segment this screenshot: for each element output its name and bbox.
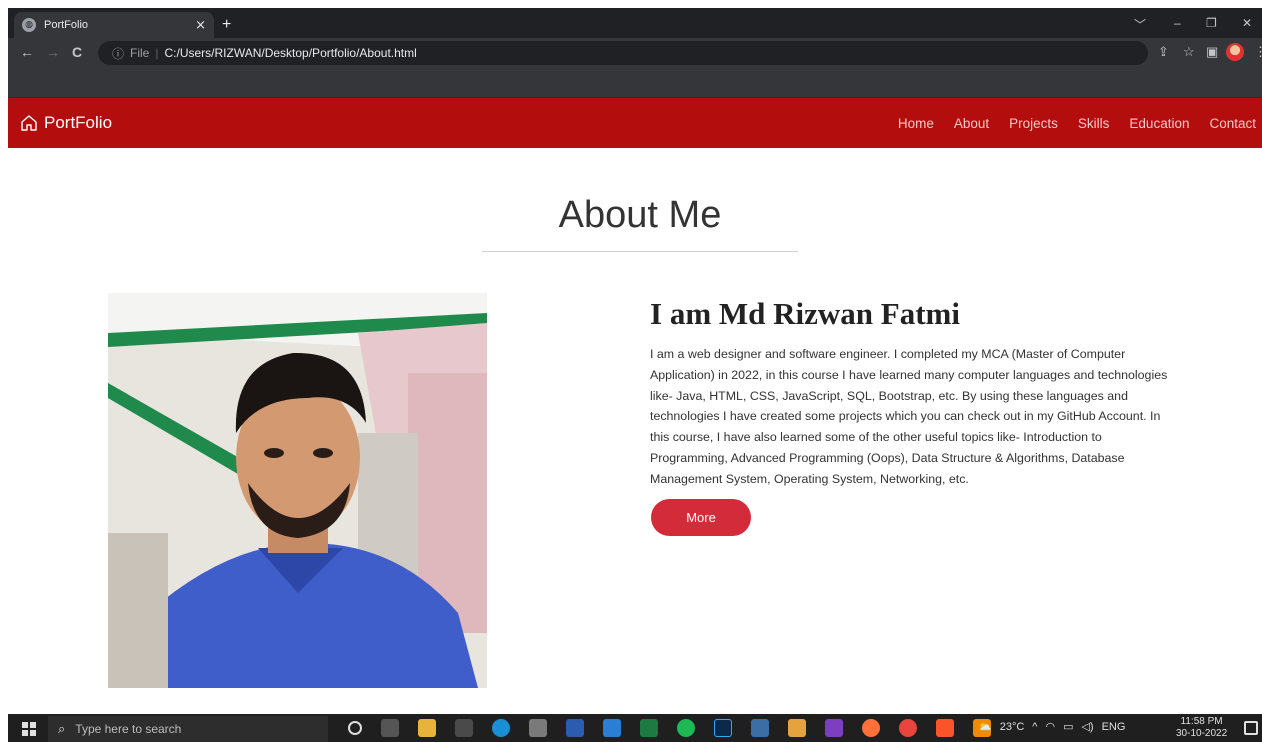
spotify-icon[interactable] [677, 719, 695, 737]
snipping-tool-icon[interactable] [751, 719, 769, 737]
word-icon[interactable] [566, 719, 584, 737]
minimize-button[interactable]: – [1174, 16, 1181, 30]
brand-logo[interactable]: PortFolio [20, 113, 112, 133]
address-bar[interactable]: ⓘ File | C:/Users/RIZWAN/Desktop/Portfol… [98, 41, 1148, 65]
profile-name: I am Md Rizwan Fatmi [650, 296, 960, 331]
edge-icon[interactable] [492, 719, 510, 737]
tab-title: PortFolio [44, 19, 89, 31]
vscode-icon[interactable] [603, 719, 621, 737]
share-icon[interactable]: ⇪ [1158, 44, 1169, 60]
page-title: About Me [558, 194, 722, 236]
close-window-button[interactable]: ✕ [1242, 16, 1252, 30]
bookmarks-bar [8, 68, 1262, 98]
weather-temp[interactable]: 23°C [1000, 721, 1025, 733]
site-header: PortFolio Home About Projects Skills Edu… [8, 98, 1262, 148]
site-info-icon[interactable]: ⓘ [112, 45, 124, 62]
close-tab-icon[interactable]: × [195, 18, 206, 33]
tab-search-icon[interactable]: ﹀ [1134, 16, 1146, 33]
chrome-icon[interactable] [899, 719, 917, 737]
windows-start-icon[interactable] [22, 722, 36, 736]
browser-tab[interactable]: ◍ PortFolio × [14, 12, 214, 38]
more-button[interactable]: More [651, 499, 751, 536]
nav-contact[interactable]: Contact [1209, 116, 1256, 131]
reload-button[interactable]: C [72, 44, 82, 60]
bio-text: I am a web designer and software enginee… [650, 347, 1168, 486]
cortana-icon[interactable] [348, 721, 362, 735]
chevron-up-icon[interactable]: ^ [1032, 721, 1037, 733]
home-icon [21, 115, 37, 131]
forward-button[interactable]: → [46, 44, 60, 60]
globe-icon: ◍ [22, 18, 36, 32]
battery-icon[interactable]: ▭ [1063, 720, 1073, 733]
search-placeholder: Type here to search [75, 722, 182, 736]
heading-divider [482, 251, 798, 252]
notification-icon[interactable] [1244, 721, 1258, 735]
search-icon: ⌕ [58, 721, 66, 736]
scheme-label: File [130, 46, 150, 60]
volume-icon[interactable]: ◁) [1081, 720, 1093, 733]
main-nav: Home About Projects Skills Education Con… [878, 98, 1256, 148]
taskbar-apps [348, 719, 1010, 737]
star-icon[interactable]: ☆ [1183, 44, 1195, 60]
profile-photo [108, 293, 487, 688]
address-separator: | [155, 46, 159, 60]
nav-projects[interactable]: Projects [1009, 116, 1058, 131]
store-icon[interactable] [529, 719, 547, 737]
new-tab-button[interactable]: + [222, 16, 231, 34]
clock-date: 30-10-2022 [1176, 728, 1228, 739]
weather-icon[interactable]: ⛅ [978, 720, 992, 733]
nav-home[interactable]: Home [898, 116, 934, 131]
language-indicator[interactable]: ENG [1102, 721, 1126, 733]
task-view-icon[interactable] [381, 719, 399, 737]
system-tray: ⛅ 23°C ^ ◠ ▭ ◁) ENG [978, 720, 1133, 734]
photoshop-icon[interactable] [714, 719, 732, 737]
browser-toolbar: ← → C ⓘ File | C:/Users/RIZWAN/Desktop/P… [8, 38, 1262, 68]
intellij-icon[interactable] [825, 719, 843, 737]
clock-time: 11:58 PM [1180, 716, 1223, 727]
nav-skills[interactable]: Skills [1078, 116, 1110, 131]
brave-icon[interactable] [936, 719, 954, 737]
nav-education[interactable]: Education [1129, 116, 1189, 131]
wifi-icon[interactable]: ◠ [1045, 720, 1055, 733]
windows-taskbar: ⌕ Type here to search ⛅ 23°C ^ ◠ ▭ ◁) EN… [8, 714, 1262, 742]
back-button[interactable]: ← [20, 44, 34, 60]
url-text[interactable]: C:/Users/RIZWAN/Desktop/Portfolio/About.… [164, 46, 416, 60]
app-icon[interactable] [788, 719, 806, 737]
nav-about[interactable]: About [954, 116, 989, 131]
profile-avatar[interactable] [1226, 43, 1244, 61]
browser-tab-strip: ◍ PortFolio × + ﹀ – ❐ ✕ [8, 8, 1262, 38]
taskbar-search[interactable]: ⌕ Type here to search [48, 716, 328, 742]
sidebar-icon[interactable]: ▣ [1206, 44, 1218, 60]
excel-icon[interactable] [640, 719, 658, 737]
file-explorer-icon[interactable] [418, 719, 436, 737]
maximize-button[interactable]: ❐ [1206, 16, 1217, 30]
calculator-icon[interactable] [455, 719, 473, 737]
menu-icon[interactable]: ⋮ [1254, 44, 1262, 60]
taskbar-clock[interactable]: 11:58 PM 30-10-2022 [1176, 716, 1227, 740]
firefox-icon[interactable] [862, 719, 880, 737]
brand-name: PortFolio [44, 113, 113, 132]
